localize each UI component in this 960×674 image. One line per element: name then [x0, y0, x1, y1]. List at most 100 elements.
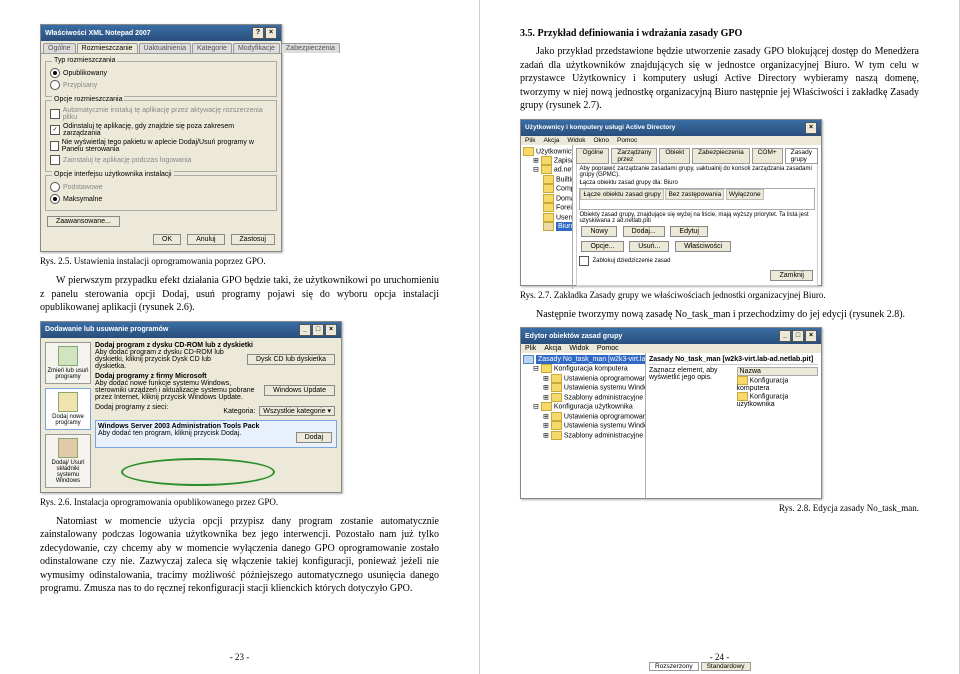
gpe-colhead: Nazwa	[737, 367, 819, 376]
rtab-sec[interactable]: Zabezpieczenia	[692, 148, 750, 164]
radio-assigned[interactable]	[50, 80, 60, 90]
btn-del[interactable]: Usuń...	[629, 241, 669, 252]
addremove-titlebar: Dodawanie lub usuwanie programów _ □ ×	[41, 322, 341, 338]
gpe-user-adm[interactable]: ⊞ Szablony administracyjne	[523, 431, 643, 440]
gpe-user[interactable]: ⊟ Konfiguracja użytkownika	[523, 402, 643, 411]
tree-dc[interactable]: Domain Controllers	[523, 194, 570, 203]
tab-upgrades[interactable]: Uaktualnienia	[139, 43, 191, 53]
tab-categories[interactable]: Kategorie	[192, 43, 232, 53]
max-icon[interactable]: □	[792, 330, 804, 342]
menu-help[interactable]: Pomoc	[617, 137, 637, 144]
add-button[interactable]: Dodaj	[296, 432, 332, 443]
rtab-gp[interactable]: Zasady grupy	[785, 148, 818, 164]
tab-extended[interactable]: Rozszerzony	[649, 662, 699, 671]
tree-builtin[interactable]: Builtin	[523, 175, 570, 184]
cb-uninstall[interactable]: ✓	[50, 125, 60, 135]
para-right-2: Następnie tworzymy nową zasadę No_task_m…	[520, 308, 919, 322]
addremove-title: Dodawanie lub usuwanie programów	[45, 326, 168, 333]
gpe-root[interactable]: Zasady No_task_man [w2k3-virt.la	[523, 355, 643, 364]
close-icon[interactable]: ×	[265, 27, 277, 39]
rtab-com[interactable]: COM+	[752, 148, 783, 164]
gpe-user-win[interactable]: ⊞ Ustawienia systemu Windo	[523, 421, 643, 430]
menu-window[interactable]: Okno	[593, 137, 609, 144]
tab-general[interactable]: Ogólne	[43, 43, 76, 53]
btn-opts[interactable]: Opcje...	[581, 241, 623, 252]
rtab-managed[interactable]: Zarządzany przez	[611, 148, 657, 164]
side1-label: Zmień lub usuń programy	[47, 368, 88, 380]
cancel-button[interactable]: Anuluj	[187, 234, 224, 245]
gpe-titlebar: Edytor obiektów zasad grupy _ □ ×	[521, 328, 821, 344]
side-change-remove[interactable]: Zmień lub usuń programy	[45, 342, 91, 384]
label-cb1: Automatycznie instaluj tę aplikację prze…	[63, 107, 272, 121]
category-dropdown[interactable]: Wszystkie kategorie ▾	[259, 406, 335, 416]
menu-help[interactable]: Pomoc	[597, 345, 619, 352]
tree-domain[interactable]: ⊟ ad.netlab.piti	[523, 165, 570, 174]
min-icon[interactable]: _	[299, 324, 311, 336]
close-icon[interactable]: ×	[805, 330, 817, 342]
caption-2-5: Rys. 2.5. Ustawienia instalacji oprogram…	[40, 256, 439, 266]
radio-basic[interactable]	[50, 182, 60, 192]
apply-button[interactable]: Zastosuj	[231, 234, 275, 245]
cb-nopanel[interactable]	[50, 141, 59, 151]
min-icon[interactable]: _	[779, 330, 791, 342]
gpe-comp[interactable]: ⊟ Konfiguracja komputera	[523, 364, 643, 373]
app-row[interactable]: Windows Server 2003 Administration Tools…	[95, 420, 337, 448]
tab-standard[interactable]: Standardowy	[701, 662, 751, 671]
gpe-comp-win[interactable]: ⊞ Ustawienia systemu Windo	[523, 383, 643, 392]
menu-view[interactable]: Widok	[569, 345, 588, 352]
folder-icon	[551, 374, 562, 383]
menu-file[interactable]: Plik	[525, 345, 536, 352]
cd-button[interactable]: Dysk CD lub dyskietka	[247, 354, 335, 365]
advanced-button[interactable]: Zaawansowane...	[47, 216, 120, 227]
gpe-item2[interactable]: Konfiguracja użytkownika	[737, 392, 819, 408]
app-hint: Aby dodać ten program, kliknij przycisk …	[98, 430, 241, 445]
cb-block-inherit[interactable]	[579, 256, 589, 266]
radio-published[interactable]	[50, 68, 60, 78]
tree-users[interactable]: Users	[523, 213, 570, 222]
help-icon[interactable]: ?	[252, 27, 264, 39]
tree-computers[interactable]: Computers	[523, 184, 570, 193]
update-button[interactable]: Windows Update	[264, 385, 335, 396]
tree-root[interactable]: Użytkownicy i komputery usługi Active Di…	[523, 147, 570, 156]
cb-autoinstall[interactable]	[50, 109, 60, 119]
gpe-comp-sw[interactable]: ⊞ Ustawienia oprogramowania	[523, 374, 643, 383]
btn-props[interactable]: Właściwości	[675, 241, 731, 252]
gpe-comp-adm[interactable]: ⊞ Szablony administracyjne	[523, 393, 643, 402]
menu-file[interactable]: Plik	[525, 137, 535, 144]
folder-icon	[543, 184, 554, 193]
folder-icon	[737, 376, 748, 385]
cb-logon[interactable]	[50, 155, 60, 165]
btn-close[interactable]: Zamknij	[770, 270, 813, 281]
t-dom: ad.netlab.piti	[554, 167, 574, 174]
t-n4: Domain Controllers	[556, 195, 573, 202]
rtab-general[interactable]: Ogólne	[576, 148, 609, 164]
menu-action[interactable]: Akcja	[543, 137, 559, 144]
folder-icon	[551, 412, 562, 421]
tree-root-label: Użytkownicy i komputery usługi Active Di…	[536, 148, 573, 155]
gpe-item1[interactable]: Konfiguracja komputera	[737, 376, 819, 392]
tree-saved[interactable]: ⊞ Zapisano kwerendy	[523, 156, 570, 165]
btn-add[interactable]: Dodaj...	[623, 226, 665, 237]
line1-text: Aby dodać program z dysku CD-ROM lub dys…	[95, 349, 241, 370]
menu-action[interactable]: Akcja	[544, 345, 561, 352]
gpe-user-sw[interactable]: ⊞ Ustawienia oprogramowania	[523, 412, 643, 421]
gpe-n1a: Ustawienia oprogramowania	[564, 375, 646, 382]
close-icon[interactable]: ×	[325, 324, 337, 336]
close-icon[interactable]: ×	[805, 122, 817, 134]
tree-biuro[interactable]: Biuro	[523, 222, 570, 231]
tab-security[interactable]: Zabezpieczenia	[281, 43, 340, 53]
addremove-sidebar: Zmień lub usuń programy Dodaj nowe progr…	[45, 342, 91, 488]
tree-fsp[interactable]: ForeignSecurityPrincipals	[523, 203, 570, 212]
btn-edit[interactable]: Edytuj	[670, 226, 707, 237]
btn-new[interactable]: Nowy	[581, 226, 617, 237]
side-add-new[interactable]: Dodaj nowe programy	[45, 388, 91, 430]
tab-modifications[interactable]: Modyfikacje	[233, 43, 280, 53]
radio-max[interactable]	[50, 194, 60, 204]
rtab-object[interactable]: Obiekt	[659, 148, 690, 164]
max-icon[interactable]: □	[312, 324, 324, 336]
ok-button[interactable]: OK	[153, 234, 181, 245]
side-components[interactable]: Dodaj/ Usuń składniki systemu Windows	[45, 434, 91, 488]
menu-view[interactable]: Widok	[567, 137, 585, 144]
tab-deployment[interactable]: Rozmieszczanie	[77, 43, 138, 53]
line2-text: Aby dodać nowe funkcje systemu Windows, …	[95, 380, 258, 401]
